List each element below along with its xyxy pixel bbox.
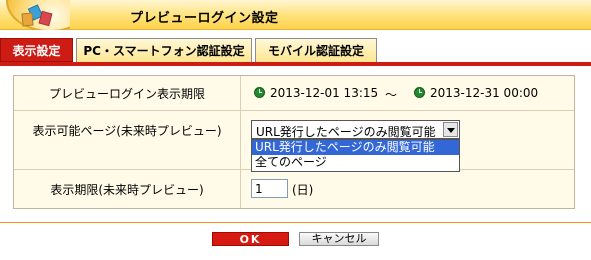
select-current-value: URL発行したページのみ閲覧可能: [256, 125, 436, 139]
display-days-input[interactable]: [251, 179, 288, 198]
form-row-viewable-pages: 表示可能ページ(未来時プレビュー) URL発行したページのみ閲覧可能 URL発行…: [14, 111, 574, 172]
label-cell: 表示可能ページ(未来時プレビュー): [14, 111, 241, 169]
dropdown-option-all-pages[interactable]: 全てのページ: [252, 155, 459, 170]
chevron-down-icon[interactable]: [443, 122, 458, 137]
form-row-display-period: 表示期限(未来時プレビュー) (日): [14, 170, 574, 208]
day-unit-label: (日): [292, 183, 314, 197]
tab-display-settings[interactable]: 表示設定: [0, 38, 73, 62]
ok-button[interactable]: OK: [212, 232, 289, 246]
label-cell: プレビューログイン表示期限: [14, 76, 241, 110]
form-row-period: プレビューログイン表示期限 2013-12-01 13:15 〜 2013-12…: [14, 76, 574, 111]
period-label: プレビューログイン表示期限: [48, 86, 205, 101]
period-start: 2013-12-01 13:15: [270, 86, 379, 100]
viewable-pages-select[interactable]: URL発行したページのみ閲覧可能: [251, 120, 460, 139]
tab-bar: 表示設定 PC・スマートフォン認証設定 モバイル認証設定: [0, 38, 591, 66]
tab-mobile-auth[interactable]: モバイル認証設定: [255, 38, 377, 62]
page-title: プレビューログイン設定: [130, 11, 279, 26]
logo-tile-orange: [21, 12, 34, 27]
label-cell: 表示期限(未来時プレビュー): [14, 170, 241, 208]
period-end: 2013-12-31 00:00: [430, 86, 539, 100]
viewable-pages-dropdown: URL発行したページのみ閲覧可能 全てのページ: [251, 139, 460, 172]
clock-icon: [414, 87, 425, 98]
dropdown-option-url-issued[interactable]: URL発行したページのみ閲覧可能: [252, 140, 459, 155]
value-cell: URL発行したページのみ閲覧可能 URL発行したページのみ閲覧可能 全てのページ: [242, 111, 574, 172]
footer-divider: [0, 222, 591, 223]
tab-underline: [0, 62, 591, 66]
settings-form: プレビューログイン表示期限 2013-12-01 13:15 〜 2013-12…: [13, 75, 575, 209]
viewable-pages-label: 表示可能ページ(未来時プレビュー): [32, 124, 222, 138]
value-cell: 2013-12-01 13:15 〜 2013-12-31 00:00: [242, 76, 574, 110]
period-separator: 〜: [385, 88, 398, 102]
display-period-label: 表示期限(未来時プレビュー): [50, 182, 204, 197]
value-cell: (日): [242, 170, 574, 208]
logo: [0, 0, 70, 30]
tab-pc-smartphone-auth[interactable]: PC・スマートフォン認証設定: [76, 38, 252, 62]
cancel-button[interactable]: キャンセル: [299, 232, 379, 246]
clock-icon: [254, 87, 265, 98]
title-bar: プレビューログイン設定: [0, 0, 591, 30]
